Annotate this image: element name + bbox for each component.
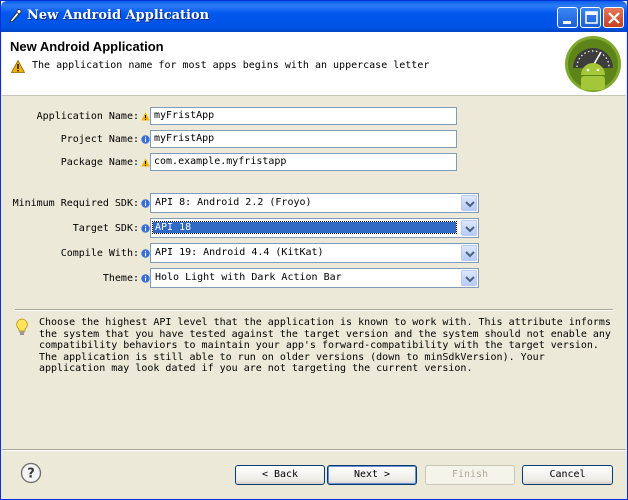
package-name-field[interactable]: com.example.myfristapp (150, 153, 457, 171)
cancel-button[interactable]: Cancel (522, 465, 613, 485)
minimize-icon (563, 21, 571, 24)
separator (15, 309, 613, 311)
min-sdk-value: API 8: Android 2.2 (Froyo) (155, 197, 312, 208)
project-name-label: Project Name: (60, 134, 139, 145)
chevron-down-icon[interactable] (461, 195, 477, 211)
package-name-label: Package Name: (60, 157, 139, 168)
chevron-down-icon[interactable] (461, 220, 477, 236)
target-sdk-label: Target SDK: (72, 223, 139, 234)
minimize-button[interactable] (557, 7, 578, 28)
min-sdk-label: Minimum Required SDK: (12, 198, 139, 209)
button-bar-separator (2, 449, 626, 451)
chevron-down-icon[interactable] (461, 270, 477, 286)
application-name-field[interactable]: myFristApp (150, 107, 457, 125)
compile-with-value: API 19: Android 4.4 (KitKat) (155, 247, 324, 258)
window-title: New Android Application (27, 8, 210, 23)
api-level-description: Choose the highest API level that the ap… (39, 317, 611, 375)
warning-icon (141, 158, 150, 167)
compile-with-select[interactable]: API 19: Android 4.4 (KitKat) (150, 243, 479, 263)
target-sdk-select[interactable]: API 18 (150, 218, 479, 238)
next-button[interactable]: Next > (327, 465, 417, 485)
back-button[interactable]: < Back (235, 465, 325, 485)
project-name-field[interactable]: myFristApp (150, 130, 457, 148)
page-title: New Android Application (10, 39, 164, 54)
info-icon (141, 135, 150, 144)
chevron-down-icon[interactable] (461, 245, 477, 261)
eclipse-wizard-icon (9, 9, 22, 23)
maximize-icon (585, 11, 598, 24)
svg-text:?: ? (27, 467, 35, 482)
info-icon (141, 274, 150, 283)
theme-select[interactable]: Holo Light with Dark Action Bar (150, 268, 479, 288)
info-icon (141, 224, 150, 233)
min-sdk-select[interactable]: API 8: Android 2.2 (Froyo) (150, 193, 479, 213)
close-button[interactable] (603, 7, 624, 28)
help-icon[interactable]: ? (20, 462, 42, 484)
wizard-window: New Android Application New Android Appl… (0, 0, 628, 500)
application-name-label: Application Name: (36, 111, 139, 122)
android-logo-icon (565, 36, 621, 92)
target-sdk-value: API 18 (152, 221, 457, 234)
wizard-header: New Android Application The application … (2, 32, 626, 96)
theme-value: Holo Light with Dark Action Bar (155, 272, 342, 283)
title-bar[interactable]: New Android Application (1, 1, 627, 32)
maximize-button[interactable] (580, 7, 601, 28)
header-message: The application name for most apps begin… (32, 60, 430, 71)
warning-icon (141, 112, 150, 121)
theme-label: Theme: (102, 273, 139, 284)
close-icon (608, 12, 620, 24)
compile-with-label: Compile With: (60, 248, 139, 259)
warning-icon (11, 60, 25, 73)
info-icon (141, 199, 150, 208)
info-icon (141, 249, 150, 258)
lightbulb-icon (16, 318, 28, 335)
finish-button[interactable]: Finish (425, 465, 515, 485)
